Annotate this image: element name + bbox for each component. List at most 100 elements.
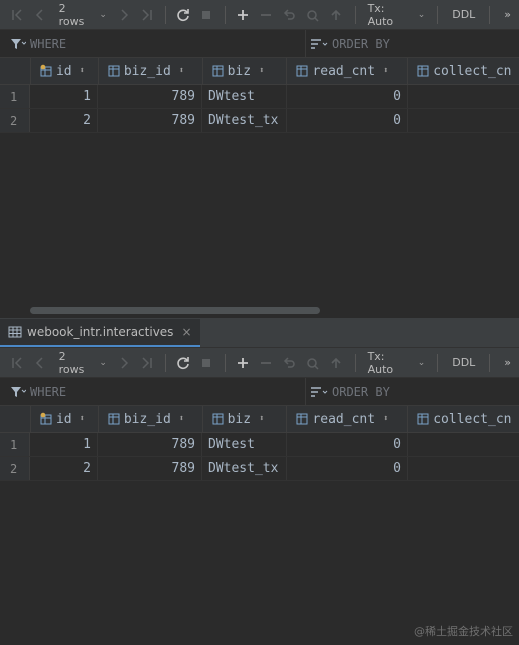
cell-biz_id[interactable]: 789 xyxy=(98,85,202,108)
last-page-button[interactable] xyxy=(136,4,157,26)
where-filter-field[interactable]: WHERE xyxy=(0,30,306,57)
page-size-dropdown[interactable]: 2 rows ⌄ xyxy=(53,350,113,376)
cell-biz_id[interactable]: 789 xyxy=(98,457,202,480)
delete-row-button[interactable] xyxy=(255,4,276,26)
cell-collect_cnt[interactable] xyxy=(408,433,519,456)
orderby-field[interactable]: ORDER BY xyxy=(306,30,390,57)
refresh-button[interactable] xyxy=(172,4,193,26)
column-icon xyxy=(296,413,308,425)
scrollbar-thumb[interactable] xyxy=(30,307,320,314)
result-tab[interactable]: webook_intr.interactives × xyxy=(0,319,200,347)
stop-button[interactable] xyxy=(196,352,217,374)
revert-button[interactable] xyxy=(279,4,300,26)
filter-icon xyxy=(11,386,26,397)
add-row-button[interactable] xyxy=(232,4,253,26)
more-actions-button[interactable]: » xyxy=(496,8,519,21)
horizontal-scrollbar[interactable] xyxy=(0,305,519,315)
row-number: 1 xyxy=(0,85,30,108)
cell-read_cnt[interactable]: 0 xyxy=(287,457,408,480)
chevron-down-icon: ⌄ xyxy=(99,9,107,20)
preview-changes-button[interactable] xyxy=(302,4,323,26)
grid-header: id ⬍ biz_id ⬍ biz ⬍ read_cnt ⬍ collect_c… xyxy=(0,406,519,433)
cell-id[interactable]: 1 xyxy=(30,85,98,108)
cell-read_cnt[interactable]: 0 xyxy=(287,433,408,456)
cell-id[interactable]: 1 xyxy=(30,433,98,456)
result-toolbar: 2 rows ⌄ Tx: Auto ⌄ DDL » xyxy=(0,348,519,378)
column-header-id[interactable]: id ⬍ xyxy=(31,406,99,432)
toolbar-divider xyxy=(354,353,356,372)
column-header-collect_cnt[interactable]: collect_cn xyxy=(408,406,519,432)
next-page-button[interactable] xyxy=(113,4,134,26)
ddl-button[interactable]: DDL xyxy=(444,356,483,369)
cell-read_cnt[interactable]: 0 xyxy=(287,85,408,108)
table-row[interactable]: 1 1 789 DWtest 0 xyxy=(0,85,519,109)
cell-collect_cnt[interactable] xyxy=(408,109,519,132)
first-page-button[interactable] xyxy=(6,352,27,374)
delete-row-button[interactable] xyxy=(255,352,276,374)
column-icon xyxy=(108,65,120,77)
chevron-left-icon xyxy=(35,8,43,21)
cell-id[interactable]: 2 xyxy=(30,109,98,132)
cell-id[interactable]: 2 xyxy=(30,457,98,480)
next-page-button[interactable] xyxy=(113,352,134,374)
sort-toggle-icon[interactable]: ⬍ xyxy=(383,414,388,424)
column-header-biz[interactable]: biz ⬍ xyxy=(203,58,288,84)
sort-toggle-icon[interactable]: ⬍ xyxy=(179,414,184,424)
column-header-biz_id[interactable]: biz_id ⬍ xyxy=(99,58,203,84)
column-header-read_cnt[interactable]: read_cnt ⬍ xyxy=(287,406,409,432)
sort-toggle-icon[interactable]: ⬍ xyxy=(179,66,184,76)
refresh-button[interactable] xyxy=(172,352,193,374)
where-filter-field[interactable]: WHERE xyxy=(0,378,306,405)
prev-page-button[interactable] xyxy=(29,352,50,374)
column-header-label: read_cnt xyxy=(312,411,376,427)
row-number-header xyxy=(0,406,31,432)
sort-toggle-icon[interactable]: ⬍ xyxy=(383,66,388,76)
cell-biz_id[interactable]: 789 xyxy=(98,109,202,132)
table-row[interactable]: 1 1 789 DWtest 0 xyxy=(0,433,519,457)
add-row-button[interactable] xyxy=(232,352,253,374)
cell-biz_id[interactable]: 789 xyxy=(98,433,202,456)
column-icon xyxy=(212,65,224,77)
chevron-down-icon: ⌄ xyxy=(417,9,426,20)
submit-button[interactable] xyxy=(325,4,346,26)
cell-collect_cnt[interactable] xyxy=(408,85,519,108)
close-icon[interactable]: × xyxy=(181,325,191,339)
preview-changes-button[interactable] xyxy=(302,352,323,374)
cell-read_cnt[interactable]: 0 xyxy=(287,109,408,132)
result-grid: id ⬍ biz_id ⬍ biz ⬍ read_cnt ⬍ collect_c… xyxy=(0,406,519,481)
prev-page-button[interactable] xyxy=(29,4,50,26)
submit-button[interactable] xyxy=(325,352,346,374)
page-size-dropdown[interactable]: 2 rows ⌄ xyxy=(53,2,113,28)
column-header-collect_cnt[interactable]: collect_cn xyxy=(408,58,519,84)
cell-biz[interactable]: DWtest_tx xyxy=(202,109,287,132)
column-header-biz_id[interactable]: biz_id ⬍ xyxy=(99,406,203,432)
ddl-button[interactable]: DDL xyxy=(444,8,483,21)
sort-toggle-icon[interactable]: ⬍ xyxy=(259,414,264,424)
cell-biz[interactable]: DWtest xyxy=(202,433,287,456)
sort-toggle-icon[interactable]: ⬍ xyxy=(259,66,264,76)
column-header-biz[interactable]: biz ⬍ xyxy=(203,406,288,432)
sort-toggle-icon[interactable]: ⬍ xyxy=(80,414,85,424)
transaction-mode-label: Tx: Auto xyxy=(367,1,394,28)
cell-collect_cnt[interactable] xyxy=(408,457,519,480)
stop-button[interactable] xyxy=(196,4,217,26)
sort-toggle-icon[interactable]: ⬍ xyxy=(80,66,85,76)
first-page-button[interactable] xyxy=(6,4,27,26)
table-row[interactable]: 2 2 789 DWtest_tx 0 xyxy=(0,109,519,133)
table-icon xyxy=(8,326,22,338)
last-page-button[interactable] xyxy=(136,352,157,374)
table-row[interactable]: 2 2 789 DWtest_tx 0 xyxy=(0,457,519,481)
more-actions-button[interactable]: » xyxy=(496,356,519,369)
orderby-field[interactable]: ORDER BY xyxy=(306,378,390,405)
refresh-icon xyxy=(177,356,189,369)
column-icon xyxy=(296,65,308,77)
column-header-read_cnt[interactable]: read_cnt ⬍ xyxy=(287,58,409,84)
cell-biz[interactable]: DWtest xyxy=(202,85,287,108)
column-header-id[interactable]: id ⬍ xyxy=(31,58,99,84)
transaction-mode-dropdown[interactable]: Tx: Auto ⌄ xyxy=(362,1,432,28)
undo-icon xyxy=(284,356,296,368)
revert-button[interactable] xyxy=(279,352,300,374)
column-header-label: biz xyxy=(227,411,252,427)
transaction-mode-dropdown[interactable]: Tx: Auto ⌄ xyxy=(362,350,432,376)
cell-biz[interactable]: DWtest_tx xyxy=(202,457,287,480)
